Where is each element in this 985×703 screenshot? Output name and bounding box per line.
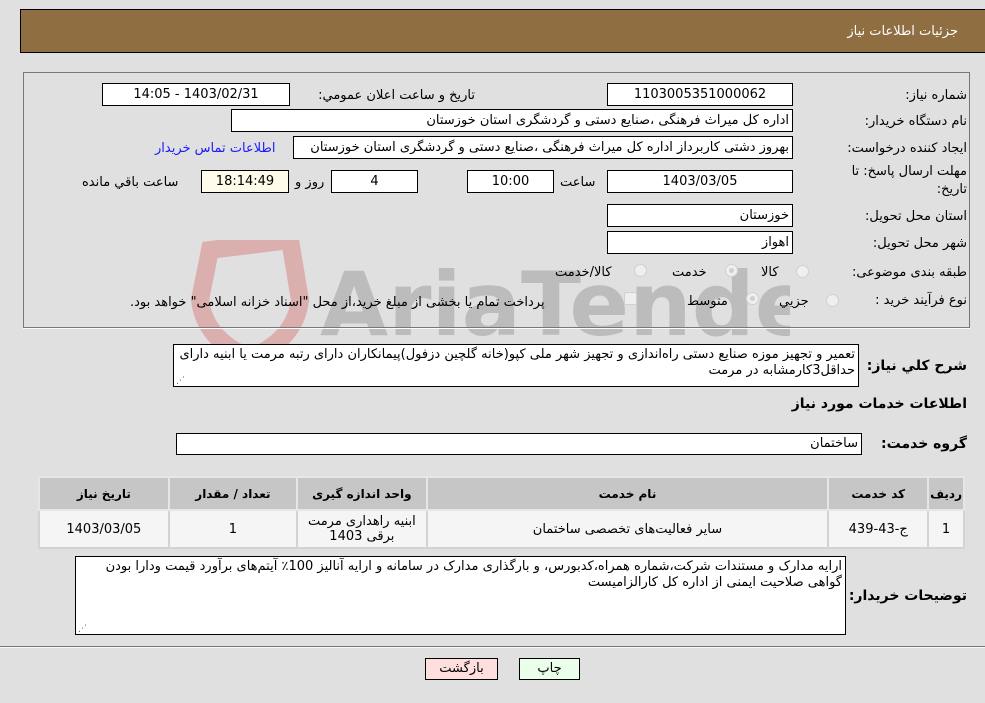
resize-grip-icon[interactable]: ⋰ [78, 625, 87, 634]
page-header: جزئیات اطلاعات نیاز [20, 9, 985, 53]
back-button[interactable]: بازگشت [425, 658, 498, 680]
delivery-province-field: خوزستان [607, 204, 793, 227]
deadline-time-field: 10:00 [467, 170, 554, 193]
buyer-contact-link[interactable]: اطلاعات تماس خريدار [155, 141, 275, 156]
services-table: رديف کد خدمت نام خدمت واحد اندازه گيری ت… [38, 476, 965, 549]
print-button[interactable]: چاپ [519, 658, 580, 680]
deadline-time-label: ساعت [560, 175, 596, 190]
category-option-goods-service: کالا/خدمت [555, 265, 612, 280]
buyer-notes-textarea[interactable]: ارایه مدارک و مستندات شرکت،شماره همراه،ک… [75, 556, 846, 635]
need-number-label: شماره نیاز: [905, 88, 967, 103]
need-number-field: 1103005351000062 [607, 83, 793, 106]
buyer-org-label: نام دستگاه خريدار: [864, 114, 967, 129]
remaining-time-field: 18:14:49 [201, 170, 289, 193]
table-row: 1 ج-43-439 سایر فعالیت‌های تخصصی ساختمان… [38, 509, 965, 549]
description-text: تعمیر و تجهیز موزه صنایع دستی راه‌اندازی… [179, 347, 855, 378]
requester-label: ایجاد کننده درخواست: [847, 141, 967, 156]
service-group-field: ساختمان [176, 433, 862, 455]
col-header-service-code: کد خدمت [827, 476, 930, 511]
col-header-service-name: نام خدمت [425, 476, 830, 511]
table-header-row: رديف کد خدمت نام خدمت واحد اندازه گيری ت… [38, 476, 965, 511]
category-option-service: خدمت [672, 265, 707, 280]
remaining-time-label: ساعت باقي مانده [82, 175, 179, 190]
cell-row-number: 1 [927, 509, 965, 549]
cell-service-name: سایر فعالیت‌های تخصصی ساختمان [425, 509, 830, 549]
announce-datetime-label: تاریخ و ساعت اعلان عمومي: [318, 88, 475, 103]
description-textarea[interactable]: تعمیر و تجهیز موزه صنایع دستی راه‌اندازی… [173, 344, 859, 387]
cell-need-date: 1403/03/05 [38, 509, 170, 549]
purchase-option-medium: متوسط [687, 294, 728, 309]
divider [23, 327, 970, 329]
cell-unit: ابنیه راهداری مرمت برقی 1403 [296, 509, 428, 549]
purchase-radio-medium[interactable] [746, 292, 759, 305]
resize-grip-icon[interactable]: ⋰ [176, 377, 185, 386]
footer-divider [0, 646, 985, 648]
purchase-type-label: نوع فرآیند خرید : [875, 293, 967, 308]
requester-field: بهروز دشتی کاربرداز اداره کل میراث فرهنگ… [293, 136, 793, 159]
delivery-city-field: اهواز [607, 231, 793, 254]
col-header-need-date: تاريخ نياز [38, 476, 170, 511]
category-label: طبقه بندی موضوعی: [851, 265, 967, 280]
deadline-date-field: 1403/03/05 [607, 170, 793, 193]
buyer-notes-label: توضيحات خريدار: [848, 588, 967, 604]
cell-quantity: 1 [167, 509, 299, 549]
service-group-label: گروه خدمت: [881, 436, 967, 452]
delivery-province-label: استان محل تحویل: [865, 209, 967, 224]
deadline-label-date: تاريخ: [936, 182, 967, 197]
category-radio-goods-service[interactable] [634, 264, 647, 277]
purchase-radio-minor[interactable] [826, 294, 839, 307]
page-title: جزئیات اطلاعات نیاز [847, 24, 958, 39]
announce-datetime-field: 1403/02/31 - 14:05 [102, 83, 290, 106]
col-header-quantity: تعداد / مقدار [167, 476, 299, 511]
category-radio-service[interactable] [725, 264, 738, 277]
col-header-row-number: رديف [927, 476, 965, 511]
description-label: شرح کلي نياز: [866, 358, 967, 374]
treasury-note: پرداخت تمام يا بخشی از مبلغ خريد،از محل … [130, 295, 545, 310]
remaining-days-field: 4 [331, 170, 418, 193]
purchase-option-minor: جزيي [779, 294, 809, 309]
deadline-label: مهلت ارسال پاسخ: تا [851, 164, 967, 179]
buyer-org-field: اداره کل میراث فرهنگی ،صنایع دستی و گردش… [231, 109, 793, 132]
delivery-city-label: شهر محل تحویل: [872, 236, 967, 251]
category-radio-goods[interactable] [796, 265, 809, 278]
col-header-unit: واحد اندازه گيری [296, 476, 428, 511]
services-section-title: اطلاعات خدمات مورد نياز [791, 396, 967, 412]
buyer-notes-text: ارایه مدارک و مستندات شرکت،شماره همراه،ک… [105, 559, 842, 590]
days-label: روز و [295, 175, 325, 190]
treasury-checkbox[interactable] [624, 292, 637, 305]
category-option-goods: کالا [761, 265, 779, 280]
cell-service-code: ج-43-439 [827, 509, 930, 549]
